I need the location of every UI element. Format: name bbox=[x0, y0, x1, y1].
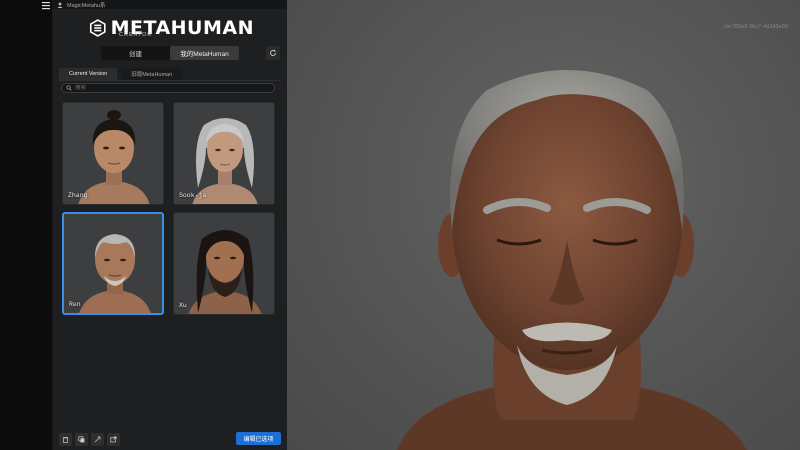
refresh-icon bbox=[270, 49, 276, 56]
card-name: Zhang bbox=[68, 192, 88, 199]
metahuman-card-xu[interactable]: Xu bbox=[173, 212, 275, 315]
metahuman-card-sook-ja[interactable]: Sook-ja bbox=[173, 102, 275, 205]
avatar bbox=[63, 103, 163, 204]
version-tabs: Current Version 旧版MetaHuman bbox=[59, 68, 183, 80]
menu-icon[interactable] bbox=[41, 1, 51, 10]
refresh-button[interactable] bbox=[266, 46, 280, 60]
username: MagicMetahu系 bbox=[67, 2, 106, 9]
search-icon bbox=[66, 85, 72, 91]
avatar bbox=[64, 214, 162, 313]
open-external-icon[interactable] bbox=[107, 432, 120, 446]
metahuman-panel: MagicMetahu系 METAHUMAN CREATOR 创建 我的Meta… bbox=[53, 0, 287, 450]
tab-my-metahuman[interactable]: 我的MetaHuman bbox=[170, 46, 239, 60]
avatar bbox=[174, 213, 274, 314]
account-bar: MagicMetahu系 bbox=[53, 0, 287, 9]
left-strip bbox=[0, 0, 53, 450]
tab-current-version[interactable]: Current Version bbox=[59, 68, 118, 80]
tab-legacy-metahuman[interactable]: 旧版MetaHuman bbox=[121, 68, 183, 80]
metahuman-card-ren[interactable]: Ren bbox=[62, 212, 164, 315]
card-name: Xu bbox=[179, 302, 187, 309]
3d-viewport[interactable]: cbc789a2-0bc7-4d3d0e00 bbox=[287, 0, 800, 450]
card-name: Ren bbox=[69, 301, 81, 308]
tab-create[interactable]: 创建 bbox=[101, 46, 170, 60]
export-icon[interactable] bbox=[91, 432, 104, 446]
duplicate-icon[interactable] bbox=[75, 432, 88, 446]
avatar bbox=[174, 103, 274, 204]
search-box bbox=[61, 83, 275, 93]
trash-icon[interactable] bbox=[59, 432, 72, 446]
logo-subtitle: CREATOR bbox=[119, 32, 153, 38]
metahuman-preview bbox=[397, 70, 747, 450]
divider bbox=[59, 80, 281, 81]
card-name: Sook-ja bbox=[179, 192, 207, 199]
search-input[interactable] bbox=[75, 85, 255, 91]
metahuman-card-zhang[interactable]: Zhang bbox=[62, 102, 164, 205]
edit-selected-button[interactable]: 编辑已选项 bbox=[236, 432, 281, 445]
mode-tabs: 创建 我的MetaHuman bbox=[101, 46, 239, 60]
user-icon bbox=[57, 2, 63, 8]
metahuman-logo: METAHUMAN bbox=[89, 16, 254, 40]
metahuman-logo-icon bbox=[89, 19, 106, 37]
